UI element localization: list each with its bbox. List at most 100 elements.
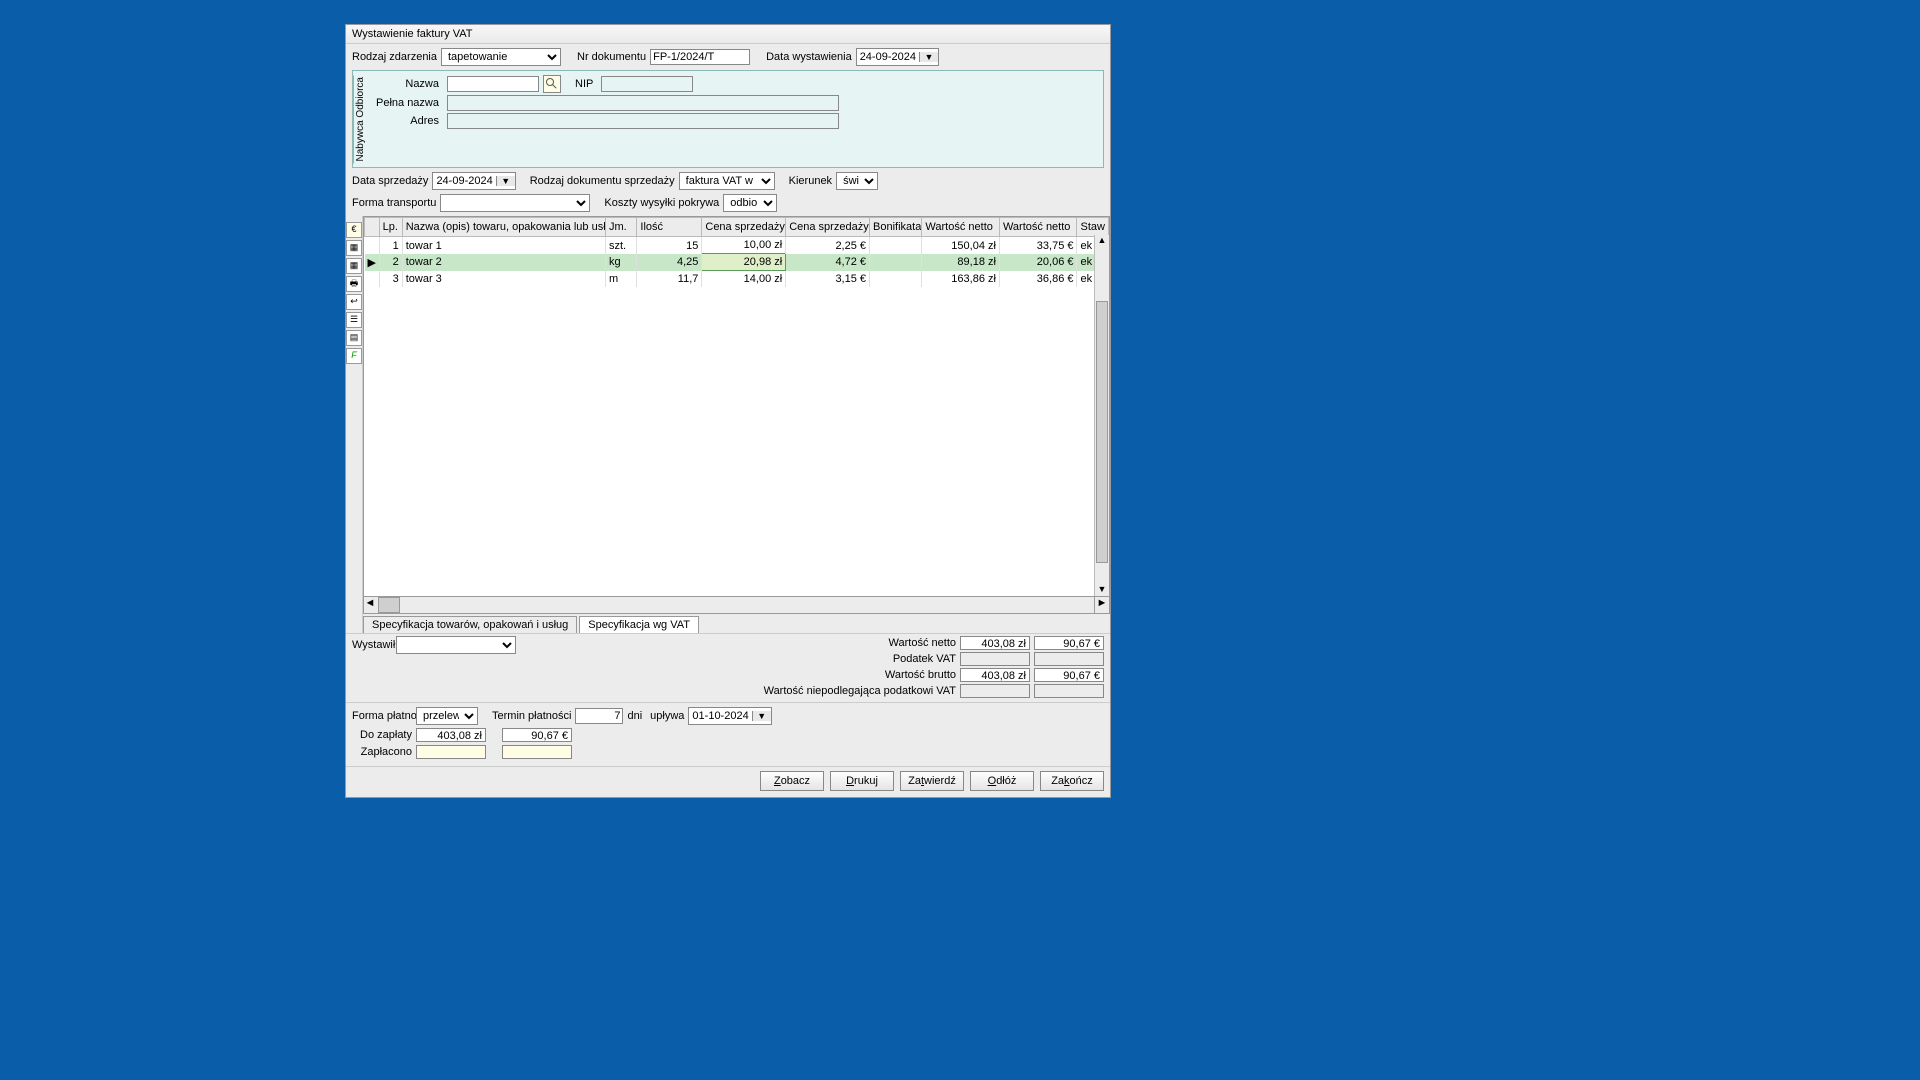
buyer-fullname-label: Pełna nazwa: [373, 97, 439, 109]
buyer-nip-input[interactable]: [601, 76, 693, 92]
scroll-up-icon[interactable]: ▲: [1095, 235, 1109, 247]
issuer-label: Wystawił: [352, 639, 392, 651]
pay-expires-picker[interactable]: 01-10-2024▼: [688, 707, 771, 725]
table-row[interactable]: 3towar 3m11,714,00 zł3,15 €163,86 zł36,8…: [365, 271, 1109, 288]
direction-label: Kierunek: [789, 175, 832, 187]
pay-term-unit: dni: [627, 710, 642, 722]
hscroll-thumb[interactable]: [378, 597, 400, 613]
summary-area: Wystawił Wartość netto 403,08 zł 90,67 €…: [346, 633, 1110, 702]
direction-select[interactable]: świat: [836, 172, 878, 190]
payment-area: Forma płatności przelew Termin płatności…: [346, 702, 1110, 766]
paid-eur[interactable]: [502, 745, 572, 759]
col-cena1[interactable]: Cena sprzedaży netto: [702, 218, 786, 237]
buyer-nip-label: NIP: [575, 78, 593, 90]
total-novat-zl: [960, 684, 1030, 698]
tab-spec-vat[interactable]: Specyfikacja wg VAT: [579, 616, 699, 633]
items-grid[interactable]: Lp. Nazwa (opis) towaru, opakowania lub …: [363, 216, 1110, 597]
paid-label: Zapłacono: [352, 746, 412, 758]
ship-cost-label: Koszty wysyłki pokrywa: [604, 197, 719, 209]
doc-nr-input[interactable]: [650, 49, 750, 65]
buyer-fullname-input[interactable]: [447, 95, 839, 111]
total-gross-eur: 90,67 €: [1034, 668, 1104, 682]
total-net-label: Wartość netto: [756, 637, 956, 649]
tab-spec-items[interactable]: Specyfikacja towarów, opakowań i usług: [363, 616, 577, 633]
buyer-tab-label[interactable]: Nabywca Odbiorca: [353, 75, 367, 163]
chevron-down-icon[interactable]: ▼: [752, 711, 771, 721]
grid-vscroll[interactable]: ▲ ▼: [1094, 235, 1109, 596]
ship-cost-select[interactable]: odbiorca: [723, 194, 777, 212]
window-title: Wystawienie faktury VAT: [346, 25, 1110, 44]
event-type-select[interactable]: tapetowanie: [441, 48, 561, 66]
scroll-right-icon[interactable]: ►: [1094, 597, 1109, 613]
reject-button[interactable]: Odłóż: [970, 771, 1034, 791]
scroll-down-icon[interactable]: ▼: [1095, 584, 1109, 596]
sale-date-label: Data sprzedaży: [352, 175, 428, 187]
pay-form-label: Forma płatności: [352, 710, 412, 722]
toolbar-btn-f[interactable]: F: [346, 348, 362, 364]
transport-label: Forma transportu: [352, 197, 436, 209]
invoice-window: Wystawienie faktury VAT Rodzaj zdarzenia…: [345, 24, 1111, 798]
side-toolbar: € ▦ ▦ 🖶 ↩ ☰ ▤ F: [346, 216, 363, 633]
view-button[interactable]: Zobacz: [760, 771, 824, 791]
total-novat-eur: [1034, 684, 1104, 698]
col-wn1[interactable]: Wartość netto: [922, 218, 1000, 237]
to-pay-zl: 403,08 zł: [416, 728, 486, 742]
header-form: Rodzaj zdarzenia tapetowanie Nr dokument…: [346, 44, 1110, 216]
total-vat-eur: [1034, 652, 1104, 666]
buyer-address-label: Adres: [373, 115, 439, 127]
col-name[interactable]: Nazwa (opis) towaru, opakowania lub usłu…: [402, 218, 605, 237]
chevron-down-icon[interactable]: ▼: [919, 52, 938, 62]
issue-date-label: Data wystawienia: [766, 51, 852, 63]
scroll-left-icon[interactable]: ◄: [364, 597, 376, 613]
col-staw[interactable]: Staw: [1077, 218, 1109, 237]
pay-form-select[interactable]: przelew: [416, 707, 478, 725]
doc-nr-label: Nr dokumentu: [577, 51, 646, 63]
search-icon[interactable]: [543, 75, 561, 93]
toolbar-btn-5[interactable]: ☰: [346, 312, 362, 328]
toolbar-btn-3[interactable]: 🖶: [346, 276, 362, 292]
table-row[interactable]: ▶2towar 2kg4,2520,98 zł4,72 €89,18 zł20,…: [365, 254, 1109, 271]
col-jm[interactable]: Jm.: [605, 218, 636, 237]
chevron-down-icon[interactable]: ▼: [496, 176, 515, 186]
total-gross-label: Wartość brutto: [756, 669, 956, 681]
doc-type-select[interactable]: faktura VAT w euro: [679, 172, 775, 190]
total-net-zl: 403,08 zł: [960, 636, 1030, 650]
button-bar: Zobacz Drukuj Zatwierdź Odłóż Zakończ: [346, 766, 1110, 797]
pay-term-days[interactable]: [575, 708, 623, 724]
toolbar-btn-1[interactable]: ▦: [346, 240, 362, 256]
approve-button[interactable]: Zatwierdź: [900, 771, 964, 791]
issuer-select[interactable]: [396, 636, 516, 654]
event-type-label: Rodzaj zdarzenia: [352, 51, 437, 63]
total-vat-label: Podatek VAT: [756, 653, 956, 665]
buyer-name-label: Nazwa: [373, 78, 439, 90]
currency-button[interactable]: €: [346, 222, 362, 238]
grid-hscroll[interactable]: ◄ ►: [363, 597, 1110, 614]
to-pay-label: Do zapłaty: [352, 729, 412, 741]
col-marker[interactable]: [365, 218, 380, 237]
table-row[interactable]: 1towar 1szt.1510,00 zł2,25 €150,04 zł33,…: [365, 237, 1109, 254]
toolbar-btn-6[interactable]: ▤: [346, 330, 362, 346]
paid-zl[interactable]: [416, 745, 486, 759]
scroll-thumb[interactable]: [1096, 301, 1108, 563]
to-pay-eur: 90,67 €: [502, 728, 572, 742]
col-wn2[interactable]: Wartość netto: [999, 218, 1077, 237]
total-vat-zl: [960, 652, 1030, 666]
transport-select[interactable]: [440, 194, 590, 212]
col-ilosc[interactable]: Ilość: [637, 218, 702, 237]
close-button[interactable]: Zakończ: [1040, 771, 1104, 791]
buyer-box: Nabywca Odbiorca Nazwa NIP Pełna nazwa A…: [352, 70, 1104, 168]
pay-expires-label: upływa: [650, 710, 684, 722]
sale-date-picker[interactable]: 24-09-2024▼: [432, 172, 515, 190]
toolbar-btn-4[interactable]: ↩: [346, 294, 362, 310]
col-cena2[interactable]: Cena sprzedaży netto: [786, 218, 870, 237]
col-lp[interactable]: Lp.: [379, 218, 402, 237]
toolbar-btn-2[interactable]: ▦: [346, 258, 362, 274]
col-bonif[interactable]: Bonifikata: [870, 218, 922, 237]
buyer-name-input[interactable]: [447, 76, 539, 92]
buyer-address-input[interactable]: [447, 113, 839, 129]
total-net-eur: 90,67 €: [1034, 636, 1104, 650]
print-button[interactable]: Drukuj: [830, 771, 894, 791]
total-gross-zl: 403,08 zł: [960, 668, 1030, 682]
pay-term-label: Termin płatności: [492, 710, 571, 722]
issue-date-picker[interactable]: 24-09-2024▼: [856, 48, 939, 66]
